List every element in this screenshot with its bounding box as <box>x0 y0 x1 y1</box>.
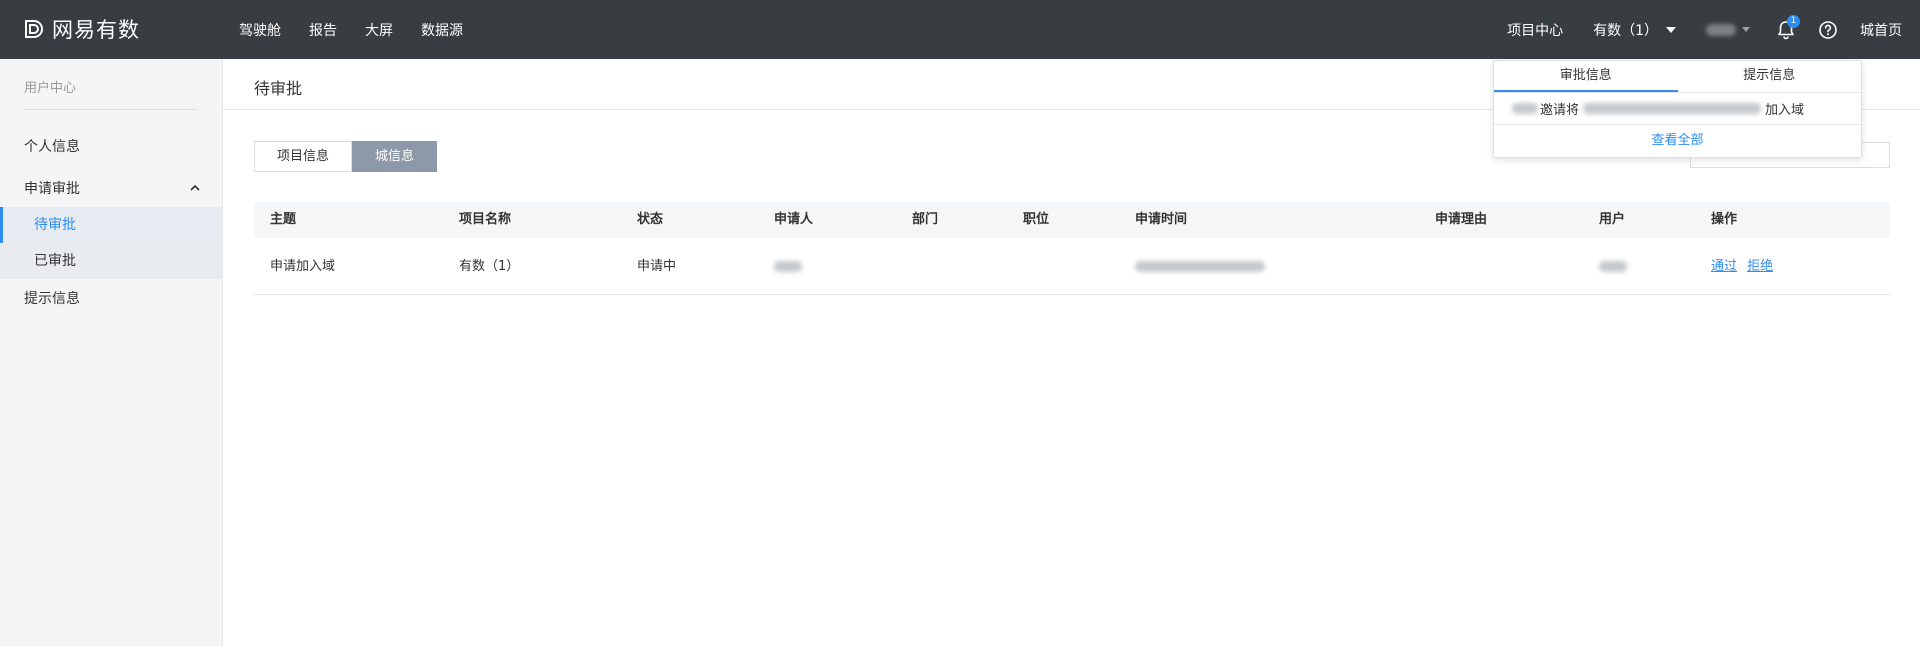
cell-status: 申请中 <box>637 259 677 274</box>
brand-logo[interactable]: 网易有数 <box>22 14 140 44</box>
cell-project-name: 有数（1） <box>459 259 520 274</box>
col-actions: 操作 <box>1711 212 1738 227</box>
tab-domain-info[interactable]: 城信息 <box>352 141 438 172</box>
popover-tab-tips[interactable]: 提示信息 <box>1678 61 1862 92</box>
page-title: 待审批 <box>254 79 303 98</box>
table-row: 申请加入域 有数（1） 申请中 通过 拒绝 <box>254 238 1890 295</box>
caret-down-icon <box>1666 26 1676 33</box>
main-nav: 驾驶舱 报告 大屏 数据源 <box>239 0 491 59</box>
chevron-up-icon <box>190 184 200 191</box>
col-project-name: 项目名称 <box>459 212 512 227</box>
tab-project-info[interactable]: 项目信息 <box>254 141 353 172</box>
sidebar-group-approval[interactable]: 申请审批 <box>24 178 202 198</box>
message-mid-text: 邀请将 <box>1540 103 1580 118</box>
avatar <box>1706 23 1736 36</box>
sidebar-item-personal-info[interactable]: 个人信息 <box>24 136 80 156</box>
help-icon <box>1819 20 1837 39</box>
notification-button[interactable]: 1 <box>1776 14 1800 41</box>
notification-popover: 审批信息 提示信息 邀请将 加入域 查看全部 <box>1493 60 1862 158</box>
nav-item-datasource[interactable]: 数据源 <box>421 20 463 40</box>
notification-badge: 1 <box>1787 14 1800 28</box>
user-menu[interactable] <box>1706 23 1750 36</box>
col-position: 职位 <box>1023 212 1050 227</box>
message-end-text: 加入域 <box>1765 103 1805 118</box>
domain-selector-label: 有数（1） <box>1593 22 1658 39</box>
top-bar: 网易有数 驾驶舱 报告 大屏 数据源 项目中心 有数（1） 1 城首页 <box>0 0 1920 59</box>
sidebar: 用户中心 个人信息 申请审批 待审批 已审批 提示信息 <box>0 59 223 646</box>
top-right-controls: 项目中心 有数（1） 1 城首页 <box>1507 0 1920 59</box>
sidebar-group-label: 申请审批 <box>24 181 80 197</box>
domain-home-link[interactable]: 城首页 <box>1860 20 1902 40</box>
cell-applicant <box>774 238 802 295</box>
col-user: 用户 <box>1599 212 1626 227</box>
popover-message[interactable]: 邀请将 加入域 <box>1494 93 1861 125</box>
cell-user <box>1599 238 1627 295</box>
message-sender <box>1512 103 1538 114</box>
cell-actions: 通过 拒绝 <box>1711 238 1779 295</box>
col-status: 状态 <box>637 212 664 227</box>
reject-link[interactable]: 拒绝 <box>1747 259 1773 274</box>
col-apply-time: 申请时间 <box>1135 212 1188 227</box>
col-apply-reason: 申请理由 <box>1435 212 1488 227</box>
popover-tabs: 审批信息 提示信息 <box>1494 61 1861 93</box>
nav-item-report[interactable]: 报告 <box>309 20 337 40</box>
domain-selector[interactable]: 有数（1） <box>1593 20 1676 40</box>
sidebar-item-pending[interactable]: 待审批 <box>0 207 223 243</box>
nav-item-bigscreen[interactable]: 大屏 <box>365 20 393 40</box>
logo-text: 网易有数 <box>52 18 140 42</box>
sidebar-item-approved[interactable]: 已审批 <box>0 243 223 279</box>
message-target <box>1583 103 1762 114</box>
col-department: 部门 <box>912 212 939 227</box>
popover-tab-approval[interactable]: 审批信息 <box>1494 61 1678 92</box>
info-tabs: 项目信息 城信息 <box>254 141 438 172</box>
nav-item-cockpit[interactable]: 驾驶舱 <box>239 20 281 40</box>
caret-down-icon <box>1742 27 1750 32</box>
logo-icon <box>25 20 43 38</box>
cell-apply-time <box>1135 238 1265 295</box>
sidebar-item-tips[interactable]: 提示信息 <box>24 288 80 308</box>
sidebar-divider <box>24 109 198 110</box>
approval-table: 主题 项目名称 状态 申请人 部门 职位 申请时间 申请理由 用户 操作 申请加… <box>254 202 1890 295</box>
col-applicant: 申请人 <box>774 212 814 227</box>
help-button[interactable] <box>1818 20 1838 40</box>
view-all-link[interactable]: 查看全部 <box>1494 125 1861 157</box>
cell-subject: 申请加入域 <box>270 259 336 274</box>
sidebar-title: 用户中心 <box>24 81 77 96</box>
approve-link[interactable]: 通过 <box>1711 259 1737 274</box>
project-center-link[interactable]: 项目中心 <box>1507 20 1563 40</box>
table-header: 主题 项目名称 状态 申请人 部门 职位 申请时间 申请理由 用户 操作 <box>254 202 1890 238</box>
col-subject: 主题 <box>270 212 297 227</box>
